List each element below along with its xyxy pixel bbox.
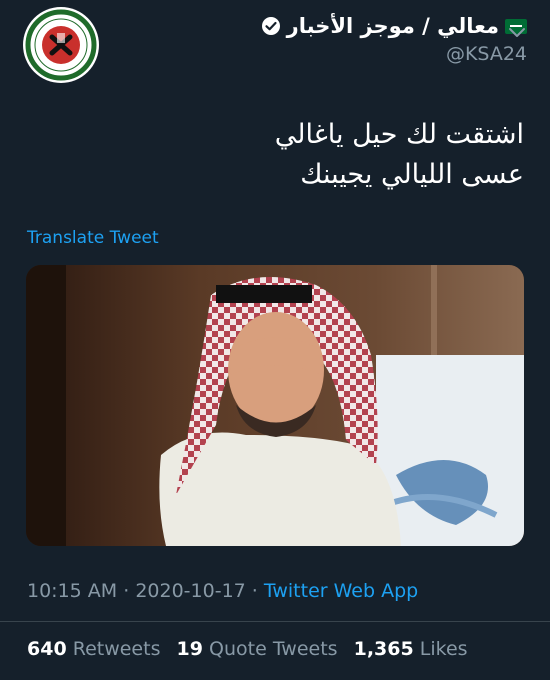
tweet-text: اشتقت لك حيل ياغالي عسى الليالي يجيبنك [44, 115, 524, 195]
tweet-line: اشتقت لك حيل ياغالي [274, 119, 524, 150]
verified-badge-icon [261, 16, 281, 36]
retweets-count: 640 [27, 638, 67, 660]
retweets-stat[interactable]: 640 Retweets [27, 638, 160, 660]
tweet-date[interactable]: 2020-10-17 [135, 580, 245, 602]
display-name[interactable]: معالي / موجز الأخبار [287, 14, 499, 38]
tweet-meta: 10:15 AM · 2020-10-17 · Twitter Web App [27, 580, 418, 602]
meta-separator: · [123, 580, 130, 602]
tweet-header: معالي / موجز الأخبار @KSA24 [0, 0, 550, 100]
quotes-label: Quote Tweets [209, 638, 338, 660]
likes-stat[interactable]: 1,365 Likes [354, 638, 468, 660]
tweet-line: عسى الليالي يجيبنك [300, 159, 524, 190]
author-names: معالي / موجز الأخبار @KSA24 [261, 14, 527, 65]
tweet-stats: 640 Retweets 19 Quote Tweets 1,365 Likes [27, 638, 478, 660]
likes-count: 1,365 [353, 638, 414, 660]
user-handle[interactable]: @KSA24 [261, 43, 527, 65]
retweets-label: Retweets [72, 638, 161, 660]
likes-label: Likes [419, 638, 468, 660]
tweet-source-link[interactable]: Twitter Web App [264, 580, 418, 602]
tweet-time[interactable]: 10:15 AM [27, 580, 117, 602]
photo-image [26, 265, 524, 546]
emblem-avatar-icon [25, 9, 97, 81]
quotes-count: 19 [176, 638, 203, 660]
divider [0, 621, 550, 622]
name-row: معالي / موجز الأخبار [261, 14, 527, 38]
quote-tweets-stat[interactable]: 19 Quote Tweets [177, 638, 338, 660]
tweet-photo[interactable] [26, 265, 524, 546]
chevron-down-icon[interactable] [507, 22, 527, 42]
meta-separator: · [251, 580, 258, 602]
avatar[interactable] [23, 7, 99, 83]
translate-tweet-link[interactable]: Translate Tweet [27, 228, 159, 248]
